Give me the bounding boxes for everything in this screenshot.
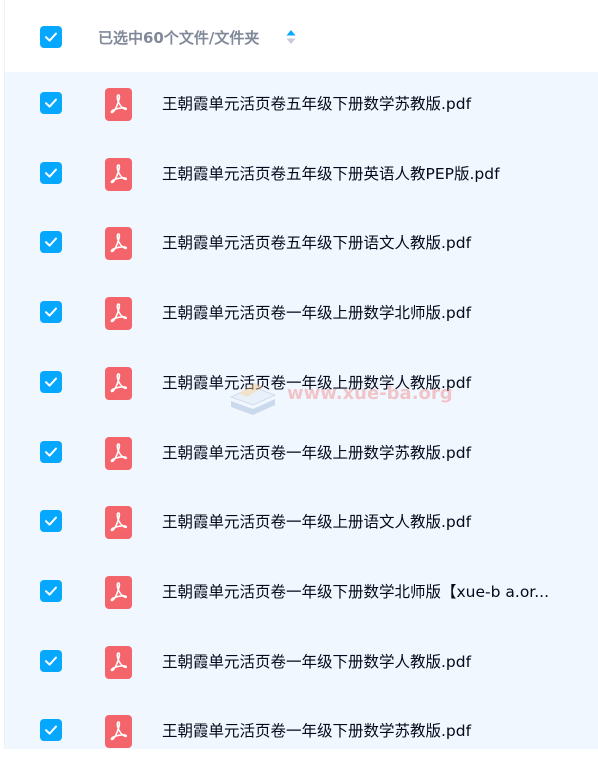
file-row[interactable]: 王朝霞单元活页卷五年级下册语文人教版.pdf: [5, 211, 598, 281]
file-checkbox[interactable]: [40, 92, 62, 114]
checkmark-icon: [45, 98, 57, 108]
checkmark-icon: [45, 656, 57, 666]
pdf-icon: [105, 366, 132, 400]
selection-count-text: 已选中60个文件/文件夹: [98, 29, 260, 47]
pdf-icon: [105, 227, 132, 261]
checkmark-icon: [45, 237, 57, 247]
file-checkbox[interactable]: [40, 161, 62, 184]
checkmark-icon: [45, 32, 57, 42]
checkmark-icon: [45, 377, 57, 387]
file-row[interactable]: 王朝霞单元活页卷一年级下册数学北师版【xue-b a.or...: [5, 560, 598, 630]
pdf-icon: [105, 88, 132, 121]
pdf-icon: [105, 575, 132, 609]
pdf-icon: [105, 506, 132, 540]
file-name[interactable]: 王朝霞单元活页卷五年级下册语文人教版.pdf: [162, 232, 582, 254]
file-name[interactable]: 王朝霞单元活页卷五年级下册英语人教PEP版.pdf: [162, 163, 582, 185]
file-list: 王朝霞单元活页卷五年级下册数学苏教版.pdf 王朝霞单元活页卷五年级下册英语人教P…: [5, 72, 598, 749]
file-name[interactable]: 王朝霞单元活页卷一年级上册数学北师版.pdf: [162, 302, 582, 324]
select-all-checkbox[interactable]: [40, 26, 62, 48]
checkmark-icon: [45, 586, 57, 596]
file-name[interactable]: 王朝霞单元活页卷一年级下册数学北师版【xue-b a.or...: [162, 581, 582, 603]
selection-header: 已选中60个文件/文件夹: [5, 0, 598, 73]
file-checkbox[interactable]: [40, 579, 62, 602]
file-row[interactable]: 王朝霞单元活页卷一年级上册数学人教版.pdf: [5, 351, 598, 421]
pdf-icon: [105, 297, 132, 331]
checkmark-icon: [45, 168, 57, 178]
file-row[interactable]: 王朝霞单元活页卷一年级上册数学北师版.pdf: [5, 281, 598, 351]
file-row[interactable]: 王朝霞单元活页卷一年级下册数学人教版.pdf: [5, 630, 598, 700]
file-checkbox[interactable]: [40, 231, 62, 254]
pdf-icon: [105, 715, 132, 749]
pdf-icon: [105, 157, 132, 191]
file-row[interactable]: 王朝霞单元活页卷一年级上册语文人教版.pdf: [5, 490, 598, 560]
file-name[interactable]: 王朝霞单元活页卷一年级上册数学人教版.pdf: [162, 372, 582, 394]
file-name[interactable]: 王朝霞单元活页卷一年级上册语文人教版.pdf: [162, 511, 582, 533]
pdf-icon: [105, 436, 132, 470]
file-checkbox[interactable]: [40, 510, 62, 533]
sort-arrows-icon[interactable]: [285, 27, 297, 47]
pdf-icon: [105, 645, 132, 679]
file-name[interactable]: 王朝霞单元活页卷一年级上册数学苏教版.pdf: [162, 442, 582, 464]
checkmark-icon: [45, 516, 57, 526]
file-row[interactable]: 王朝霞单元活页卷五年级下册英语人教PEP版.pdf: [5, 142, 598, 212]
file-name[interactable]: 王朝霞单元活页卷一年级下册数学苏教版.pdf: [162, 720, 582, 742]
file-row[interactable]: 王朝霞单元活页卷一年级下册数学苏教版.pdf: [5, 699, 598, 769]
file-checkbox[interactable]: [40, 719, 62, 742]
file-name[interactable]: 王朝霞单元活页卷一年级下册数学人教版.pdf: [162, 651, 582, 673]
file-checkbox[interactable]: [40, 370, 62, 393]
checkmark-icon: [45, 447, 57, 457]
file-checkbox[interactable]: [40, 440, 62, 463]
file-checkbox[interactable]: [40, 649, 62, 672]
checkmark-icon: [45, 725, 57, 735]
file-row[interactable]: 王朝霞单元活页卷五年级下册数学苏教版.pdf: [5, 72, 598, 142]
file-name[interactable]: 王朝霞单元活页卷五年级下册数学苏教版.pdf: [162, 93, 582, 115]
checkmark-icon: [45, 307, 57, 317]
file-row[interactable]: 王朝霞单元活页卷一年级上册数学苏教版.pdf: [5, 421, 598, 491]
file-checkbox[interactable]: [40, 301, 62, 324]
file-list-panel: 已选中60个文件/文件夹 王朝霞单元活页卷五年级下册数学苏教版.pdf 王朝霞单元…: [4, 0, 598, 749]
